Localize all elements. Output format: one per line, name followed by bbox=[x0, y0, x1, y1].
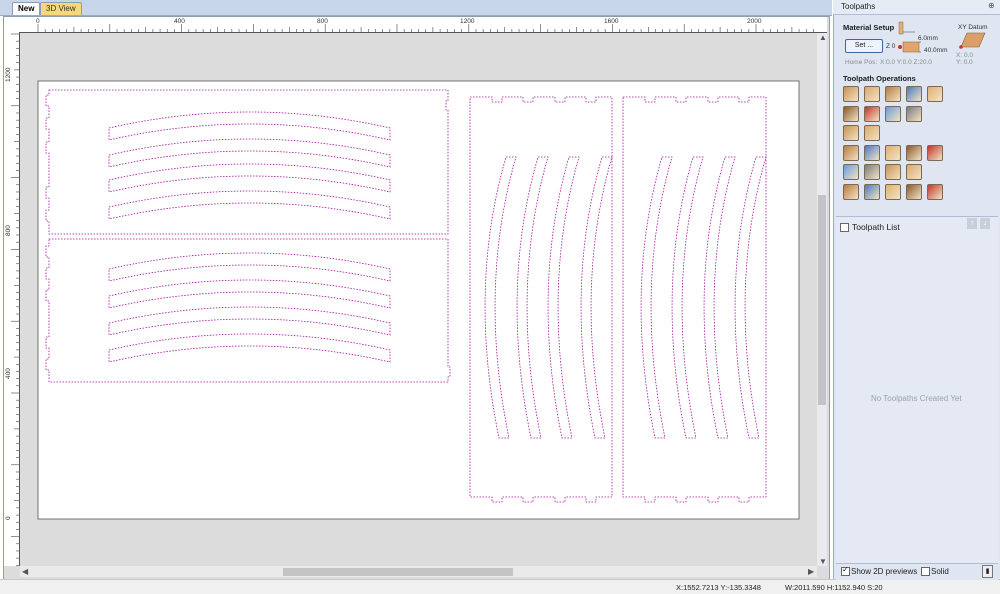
xy-datum-icon[interactable] bbox=[955, 31, 987, 49]
toolpath-operations-heading: Toolpath Operations bbox=[843, 74, 916, 83]
copy-toolpath-icon[interactable] bbox=[885, 144, 901, 161]
horizontal-scrollbar-thumb[interactable] bbox=[283, 568, 513, 576]
fluting-icon[interactable] bbox=[843, 105, 859, 122]
merge-icon[interactable] bbox=[906, 164, 922, 180]
home-pos-value: X:0.0 Y:0.0 Z:20.0 bbox=[880, 59, 932, 66]
h-ruler-label-0: 0 bbox=[36, 18, 40, 25]
tab-new[interactable]: New bbox=[12, 2, 41, 15]
h-ruler-label-1200: 1200 bbox=[460, 18, 475, 25]
v-ruler-label-0: 0 bbox=[5, 516, 12, 520]
texture-icon[interactable] bbox=[906, 105, 922, 122]
time-estimate-icon[interactable] bbox=[864, 183, 880, 200]
show-2d-previews-label: Show 2D previews bbox=[851, 567, 918, 576]
scroll-right-icon[interactable]: ▶ bbox=[808, 567, 814, 577]
h-ruler-label-800: 800 bbox=[317, 18, 328, 25]
v-ruler-label-800: 800 bbox=[5, 225, 12, 236]
material-offset-value: 6.0mm bbox=[918, 35, 938, 42]
tool-database-icon[interactable] bbox=[843, 183, 859, 200]
delete-toolpath-icon[interactable] bbox=[906, 144, 922, 161]
toolpath-options-icon[interactable]: ▮ bbox=[982, 565, 993, 578]
material-set-button[interactable]: Set ... bbox=[845, 39, 883, 53]
horizontal-ruler[interactable]: 0 400 800 1200 1600 2000 bbox=[20, 17, 827, 33]
cursor-coordinates: X:1552.7213 Y:-135.3348 bbox=[676, 583, 761, 592]
toolpath-operations-grid bbox=[843, 86, 953, 206]
3d-rough-icon[interactable] bbox=[843, 125, 859, 141]
h-ruler-label-2000: 2000 bbox=[747, 18, 762, 25]
save-toolpath-icon[interactable] bbox=[906, 183, 922, 200]
template-icon[interactable] bbox=[843, 144, 859, 161]
material-thickness-value: 40.0mm bbox=[924, 47, 948, 54]
vertical-ruler-ticks bbox=[11, 33, 19, 566]
xy-datum-label: XY Datum bbox=[958, 24, 988, 31]
solid-checkbox[interactable] bbox=[921, 567, 930, 576]
horizontal-ruler-ticks bbox=[37, 24, 814, 32]
h-ruler-label-400: 400 bbox=[174, 18, 185, 25]
scroll-left-icon[interactable]: ◀ bbox=[22, 567, 28, 577]
panel-title: Toolpaths bbox=[841, 2, 876, 11]
view-tab-bar: New 3D View bbox=[0, 0, 832, 16]
datum-x-value: X: 0.0 bbox=[956, 52, 973, 59]
inlay-icon[interactable] bbox=[885, 105, 901, 122]
toolpath-list-area bbox=[836, 216, 998, 563]
drawing-canvas[interactable] bbox=[20, 33, 817, 566]
ruler-corner bbox=[4, 17, 20, 32]
move-up-icon[interactable]: ↑ bbox=[967, 218, 977, 229]
tab-3d-view[interactable]: 3D View bbox=[40, 2, 82, 15]
preview-selected-icon[interactable] bbox=[843, 164, 859, 180]
vector-drawing bbox=[37, 80, 800, 520]
export-icon[interactable] bbox=[927, 183, 943, 200]
datum-y-value: Y: 0.0 bbox=[956, 59, 973, 66]
pin-icon[interactable]: ⊕ bbox=[988, 1, 995, 10]
reset-preview-icon[interactable] bbox=[885, 164, 901, 180]
profile-icon[interactable] bbox=[843, 86, 859, 102]
3d-finish-icon[interactable] bbox=[864, 125, 880, 141]
vertical-scrollbar-thumb[interactable] bbox=[818, 195, 826, 405]
vertical-ruler[interactable]: 1200 800 400 0 bbox=[4, 32, 20, 566]
toolpath-summary-icon[interactable] bbox=[885, 183, 901, 200]
v-ruler-label-1200: 1200 bbox=[5, 67, 12, 82]
empty-toolpath-message: No Toolpaths Created Yet bbox=[871, 394, 962, 403]
selection-dimensions: W:2011.590 H:1152.940 S:20 bbox=[785, 583, 883, 592]
status-bar: X:1552.7213 Y:-135.3348 W:2011.590 H:115… bbox=[0, 579, 1000, 594]
h-ruler-label-1600: 1600 bbox=[604, 18, 619, 25]
solid-label: Solid bbox=[931, 567, 949, 576]
home-pos-label: Home Pos: bbox=[845, 59, 878, 66]
vcarve-icon[interactable] bbox=[906, 86, 922, 102]
scroll-up-icon[interactable]: ▲ bbox=[819, 33, 827, 43]
v-ruler-label-400: 400 bbox=[5, 368, 12, 379]
prism-icon[interactable] bbox=[864, 105, 880, 122]
toolpaths-panel-header: Toolpaths ⊕ bbox=[833, 0, 1000, 15]
show-2d-previews-checkbox[interactable]: ✓ bbox=[841, 565, 850, 576]
drill-icon[interactable] bbox=[885, 86, 901, 102]
scroll-down-icon[interactable]: ▼ bbox=[819, 557, 827, 567]
z-zero-label: Z 0 bbox=[886, 43, 896, 50]
preview-all-icon[interactable] bbox=[864, 164, 880, 180]
toolpath-list-checkbox[interactable] bbox=[840, 223, 849, 232]
toolpath-list-title: Toolpath List bbox=[852, 222, 900, 232]
calculator-icon[interactable] bbox=[927, 144, 943, 161]
move-down-icon[interactable]: ↓ bbox=[980, 218, 990, 229]
engrave-icon[interactable] bbox=[927, 86, 943, 102]
pocket-icon[interactable] bbox=[864, 86, 880, 102]
edit-toolpath-icon[interactable] bbox=[864, 144, 880, 161]
